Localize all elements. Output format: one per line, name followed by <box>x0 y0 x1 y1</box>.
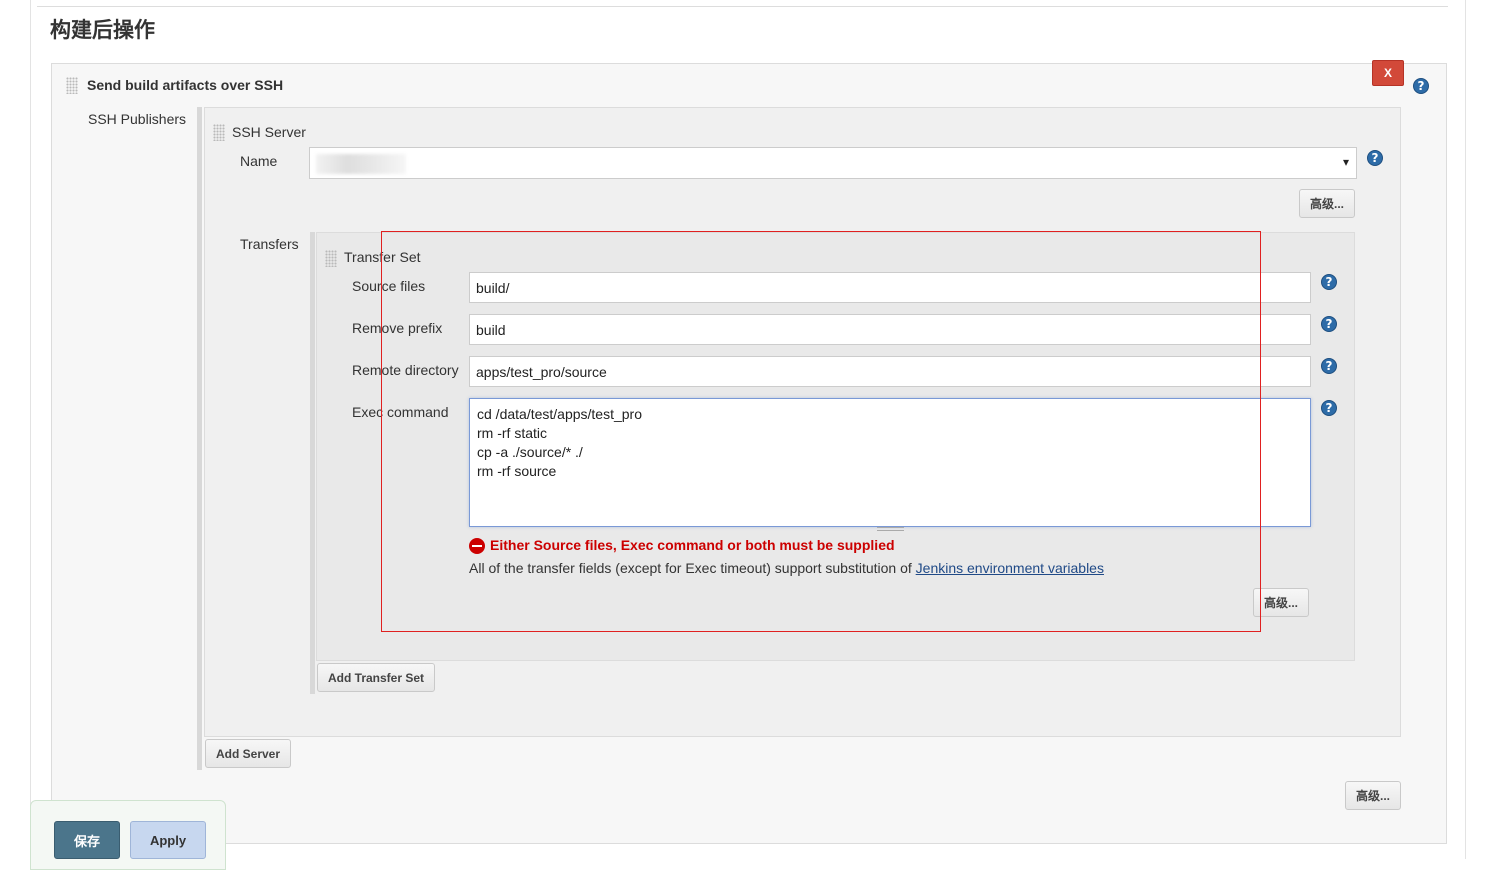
transfer-set-drag-handle[interactable] <box>325 250 337 267</box>
error-icon <box>469 538 485 554</box>
exec-command-label: Exec command <box>352 404 449 420</box>
save-button[interactable]: 保存 <box>54 821 120 859</box>
exec-command-textarea[interactable]: cd /data/test/apps/test_pro rm -rf stati… <box>469 398 1311 527</box>
ssh-publishers-bar <box>197 107 202 770</box>
validation-error-message: Either Source files, Exec command or bot… <box>490 537 895 553</box>
remote-directory-input[interactable] <box>469 356 1311 387</box>
add-server-button[interactable]: Add Server <box>205 739 291 768</box>
textarea-resize-handle[interactable] <box>877 527 904 531</box>
publisher-title: Send build artifacts over SSH <box>87 77 284 93</box>
ssh-server-drag-handle[interactable] <box>213 124 225 141</box>
transfers-label: Transfers <box>240 236 299 252</box>
transfer-advanced-button[interactable]: 高级... <box>1253 588 1309 617</box>
page-title: 构建后操作 <box>50 19 155 42</box>
source-files-label: Source files <box>352 278 426 294</box>
transfers-bar <box>310 232 315 694</box>
delete-publisher-button[interactable]: X <box>1372 60 1404 86</box>
server-name-label: Name <box>240 153 278 169</box>
server-name-help-icon[interactable]: ? <box>1367 150 1383 166</box>
publisher-help-icon[interactable]: ? <box>1413 78 1429 94</box>
source-files-input[interactable] <box>469 272 1311 303</box>
server-advanced-button[interactable]: 高级... <box>1299 189 1355 218</box>
env-variables-link[interactable]: Jenkins environment variables <box>916 560 1104 576</box>
redacted-server-name <box>316 154 406 174</box>
remove-prefix-label: Remove prefix <box>352 320 443 336</box>
publisher-drag-handle[interactable] <box>66 77 78 94</box>
source-files-help-icon[interactable]: ? <box>1321 274 1337 290</box>
exec-command-help-icon[interactable]: ? <box>1321 400 1337 416</box>
ssh-server-title: SSH Server <box>232 124 306 140</box>
transfer-info-sentence: All of the transfer fields (except for E… <box>469 560 912 576</box>
remote-directory-label: Remote directory <box>352 362 459 378</box>
publisher-advanced-button[interactable]: 高级... <box>1345 781 1401 810</box>
top-divider <box>37 6 1448 7</box>
apply-button[interactable]: Apply <box>130 821 206 859</box>
chevron-down-icon: ▾ <box>1342 155 1349 169</box>
server-name-select[interactable]: ▾ <box>309 147 1357 179</box>
remote-directory-help-icon[interactable]: ? <box>1321 358 1337 374</box>
transfer-set-title: Transfer Set <box>344 249 421 265</box>
ssh-publishers-label: SSH Publishers <box>88 111 187 127</box>
transfer-info-text: All of the transfer fields (except for E… <box>469 560 1104 576</box>
add-transfer-set-button[interactable]: Add Transfer Set <box>317 663 435 692</box>
remove-prefix-input[interactable] <box>469 314 1311 345</box>
remove-prefix-help-icon[interactable]: ? <box>1321 316 1337 332</box>
